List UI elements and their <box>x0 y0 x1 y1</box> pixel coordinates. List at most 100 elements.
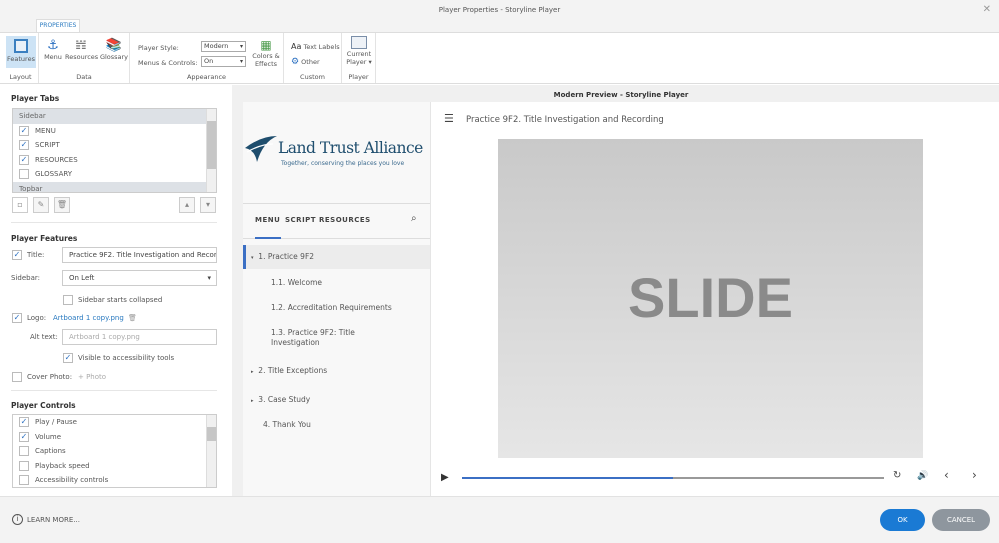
next-icon[interactable]: › <box>972 468 977 482</box>
sidebar-group-header: Sidebar <box>13 109 216 124</box>
tab-item-label: MENU <box>35 126 56 135</box>
menu-item-4[interactable]: 4. Thank You <box>243 420 430 429</box>
cover-photo-checkbox[interactable] <box>12 372 22 382</box>
search-icon[interactable]: ⌕ <box>411 213 417 224</box>
tab-item-resources[interactable]: ✓ RESOURCES <box>13 153 216 168</box>
control-item[interactable]: Accessibility controls <box>13 473 216 487</box>
tab-item-label: SCRIPT <box>35 141 60 149</box>
menus-controls-select[interactable]: On <box>201 56 246 67</box>
cancel-button[interactable]: CANCEL <box>932 509 990 531</box>
control-item[interactable]: Playback speed <box>13 459 216 474</box>
sidebar-select[interactable]: On Left ▾ <box>62 270 217 286</box>
menu-label: Menu <box>44 53 62 61</box>
tab-item-menu[interactable]: ✓ MENU <box>13 124 216 139</box>
trash-icon[interactable]: 🗑 <box>128 314 137 322</box>
colors-effects-label: Colors & <box>252 52 280 60</box>
ribbon-group-custom: Aa Text Labels ⚙ Other Custom <box>284 33 342 83</box>
checkbox[interactable] <box>19 460 29 471</box>
player-features-heading: Player Features <box>11 234 78 243</box>
player-controls-list[interactable]: ✓ Play / Pause ✓ Volume Captions Playback … <box>12 414 217 488</box>
checkbox[interactable]: ✓ <box>19 140 29 150</box>
checkbox[interactable] <box>19 169 29 179</box>
checkbox[interactable] <box>19 446 29 456</box>
new-tab-icon[interactable]: ▫ <box>12 197 28 213</box>
anchor-icon: ⚓ <box>47 38 59 53</box>
menu-item-1-2[interactable]: 1.2. Accreditation Requirements <box>243 303 430 312</box>
control-label: Playback speed <box>35 461 90 470</box>
active-tab-indicator <box>255 237 281 239</box>
alt-text-label: Alt text: <box>30 333 58 341</box>
hamburger-icon[interactable]: ☰ <box>444 112 454 125</box>
replay-icon[interactable]: ↻ <box>893 470 901 481</box>
scrollbar[interactable] <box>206 109 216 192</box>
visible-a11y-checkbox[interactable]: ✓ <box>63 353 73 363</box>
player-style-select[interactable]: Modern <box>201 41 246 52</box>
logo-file-link[interactable]: Artboard 1 copy.png <box>53 314 124 322</box>
preview-tab-script[interactable]: SCRIPT <box>285 216 316 224</box>
resources-button[interactable]: 𝍀 Resources <box>65 38 99 61</box>
menu-item-2[interactable]: ▸ 2. Title Exceptions <box>243 366 430 375</box>
tab-properties[interactable]: PROPERTIES <box>36 19 80 32</box>
checkbox[interactable]: ✓ <box>19 431 29 442</box>
title-input[interactable]: Practice 9F2. Title Investigation and Re… <box>62 247 217 263</box>
checkbox[interactable]: ✓ <box>19 125 29 136</box>
settings-panel: Player Tabs Sidebar ✓ MENU ✓ SCRIPT ✓ RESOU… <box>0 85 232 496</box>
previous-icon[interactable]: ‹ <box>944 468 949 482</box>
menu-item-1-1[interactable]: 1.1. Welcome <box>243 278 430 287</box>
play-icon[interactable]: ▶ <box>441 472 449 483</box>
resources-label: Resources <box>65 53 99 61</box>
checkbox[interactable]: ✓ <box>19 154 29 165</box>
menu-item-1-3[interactable]: 1.3. Practice 9F2: Title Investigation <box>243 328 430 348</box>
logo-swoosh-icon <box>245 136 277 162</box>
sidebar-collapsed-checkbox[interactable] <box>63 295 73 305</box>
other-button[interactable]: ⚙ Other <box>291 57 320 67</box>
alt-text-input[interactable]: Artboard 1 copy.png <box>62 329 217 345</box>
features-label: Features <box>7 55 35 63</box>
current-player-button[interactable]: Current Player ▾ <box>344 36 374 66</box>
preview-heading: Modern Preview - Storyline Player <box>243 85 999 102</box>
control-item[interactable]: Captions <box>13 444 216 459</box>
ribbon-tabstrip <box>0 20 999 32</box>
colors-effects-button[interactable]: ▦ Colors & Effects <box>250 38 282 68</box>
learn-more-link[interactable]: LEARN MORE... <box>27 516 80 524</box>
control-item[interactable]: ✓ Play / Pause <box>13 415 216 430</box>
checkbox[interactable]: ✓ <box>19 417 29 427</box>
gear-icon: ⚙ <box>291 57 300 67</box>
features-button[interactable]: Features <box>6 36 36 68</box>
title-checkbox[interactable]: ✓ <box>12 250 22 260</box>
tab-item-script[interactable]: ✓ SCRIPT <box>13 138 216 153</box>
paperclip-icon: 𝍀 <box>75 38 87 53</box>
edit-icon[interactable]: ✎ <box>33 197 49 213</box>
trash-icon[interactable]: 🗑 <box>54 197 70 213</box>
ok-button[interactable]: OK <box>880 509 925 531</box>
move-down-icon[interactable]: ▾ <box>200 197 216 213</box>
menu-item-3[interactable]: ▸ 3. Case Study <box>243 395 430 404</box>
seek-progress <box>462 477 673 479</box>
player-tabs-list[interactable]: Sidebar ✓ MENU ✓ SCRIPT ✓ RESOURCES GLOSSAR… <box>12 108 217 193</box>
other-label: Other <box>301 58 320 66</box>
preview-tab-menu[interactable]: MENU <box>255 216 280 224</box>
control-label: Captions <box>35 447 66 455</box>
add-photo-link[interactable]: + Photo <box>78 373 106 381</box>
move-up-icon[interactable]: ▴ <box>179 197 195 213</box>
checkbox[interactable] <box>19 475 29 485</box>
current-player-label-2: Player ▾ <box>346 58 372 66</box>
glossary-button[interactable]: 📚 Glossary <box>99 38 129 61</box>
logo-checkbox[interactable]: ✓ <box>12 313 22 323</box>
slide-area: SLIDE <box>498 139 923 458</box>
preview-tab-resources[interactable]: RESOURCES <box>319 216 371 224</box>
palette-icon: ▦ <box>260 38 272 52</box>
scrollbar[interactable] <box>206 415 216 487</box>
ribbon-group-layout: Features Layout <box>3 33 39 83</box>
glossary-label: Glossary <box>99 53 129 61</box>
volume-icon[interactable]: 🔊 <box>917 471 928 481</box>
text-labels-button[interactable]: Aa Text Labels <box>291 42 340 51</box>
logo-label: Logo: <box>27 314 47 322</box>
tab-item-glossary[interactable]: GLOSSARY <box>13 167 216 182</box>
close-icon[interactable]: ✕ <box>983 0 991 20</box>
control-item[interactable]: ✓ Volume <box>13 430 216 445</box>
menu-item-1[interactable]: ▾ 1. Practice 9F2 <box>243 245 430 269</box>
seek-bar[interactable] <box>462 477 884 479</box>
group-label: Custom <box>300 73 325 81</box>
menu-button[interactable]: ⚓ Menu <box>42 38 64 61</box>
